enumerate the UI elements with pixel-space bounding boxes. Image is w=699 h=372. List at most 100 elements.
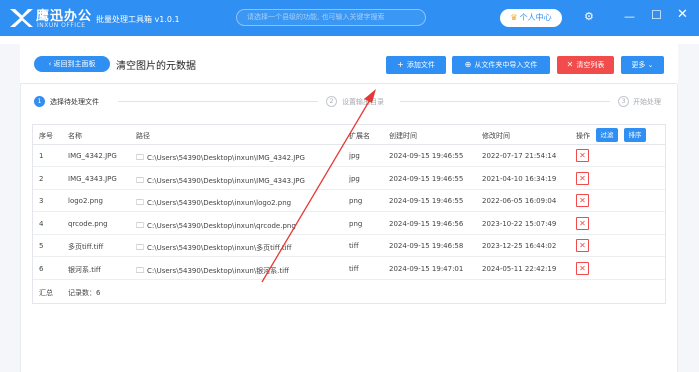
user-center-button[interactable]: ♛ 个人中心	[500, 9, 562, 27]
import-folder-label: 从文件夹中导入文件	[474, 61, 538, 69]
folder-icon[interactable]: 🗀	[136, 266, 144, 275]
step-connector	[118, 101, 318, 102]
cell-index-text: 1	[39, 152, 44, 160]
record-count: 记录数：6	[68, 289, 101, 297]
cell-path: 🗀 C:\Users\54390\Desktop\inxun\银河系.tiff	[136, 265, 289, 279]
cell-name: IMG_4343.JPG	[68, 175, 117, 183]
brand-subtitle: INXUN OFFICE	[37, 22, 86, 29]
clear-list-label: 清空列表	[576, 61, 605, 69]
cell-created-time-text: 2024-09-15 19:47:01	[389, 264, 464, 273]
cell-name-text: IMG_4342.JPG	[68, 152, 117, 160]
cell-modified-time: 2023-10-22 15:07:49	[482, 220, 556, 228]
cell-path-text: C:\Users\54390\Desktop\inxun\多页tiff.tiff	[147, 244, 292, 252]
cell-name-text: IMG_4343.JPG	[68, 174, 117, 183]
cell-extension: jpg	[349, 152, 360, 160]
plus-icon: +	[397, 60, 404, 69]
cell-index-text: 4	[39, 219, 44, 228]
cell-created-time-text: 2024-09-15 19:46:58	[389, 242, 464, 250]
cell-modified-time-text: 2023-12-25 16:44:02	[482, 242, 557, 250]
column-header-path: 路径	[136, 132, 150, 140]
cell-created-time: 2024-09-15 19:46:58	[389, 242, 463, 250]
delete-row-icon[interactable]: ✕	[576, 261, 589, 275]
cell-name: logo2.png	[68, 197, 103, 205]
cell-created-time: 2024-09-15 19:47:01	[389, 265, 463, 273]
step-2-label[interactable]: 设置输出目录	[342, 97, 384, 107]
step-1-label[interactable]: 选择待处理文件	[50, 97, 99, 107]
panel-border-right	[677, 84, 678, 372]
table-row[interactable]: 3 logo2.png 🗀 C:\Users\54390\Desktop\inxun\…	[33, 190, 665, 212]
close-icon[interactable]: ✕	[677, 8, 688, 21]
cell-path: 🗀 C:\Users\54390\Desktop\inxun\IMG_4342.J…	[136, 152, 305, 166]
page-title: 清空图片的元数据	[116, 61, 196, 72]
column-header-extension: 扩展名	[349, 132, 370, 140]
table-row[interactable]: 5 多页tiff.tiff 🗀 C:\Users\54390\Desktop\inxu…	[33, 235, 665, 257]
column-header-created: 创建时间	[389, 132, 417, 140]
maximize-icon[interactable]: ☐	[651, 9, 662, 21]
back-to-main-button[interactable]: ‹ 返回到主面板	[34, 56, 110, 72]
table-row[interactable]: 6 银河系.tiff 🗀 C:\Users\54390\Desktop\inxun\银…	[33, 258, 665, 280]
cell-modified-time: 2022-06-05 16:09:04	[482, 197, 556, 205]
folder-icon[interactable]: 🗀	[136, 198, 144, 207]
cell-index: 4	[39, 220, 43, 228]
folder-icon[interactable]: 🗀	[136, 243, 144, 252]
cell-index: 2	[39, 175, 43, 183]
cell-modified-time-text: 2022-07-17 21:54:14	[482, 152, 557, 160]
panel-border-left	[20, 84, 21, 372]
function-search-input[interactable]: 请选择一个县级的功能, 也可输入关键字搜索	[236, 9, 426, 26]
cell-modified-time-text: 2024-05-11 22:42:19	[482, 264, 557, 273]
cell-modified-time: 2023-12-25 16:44:02	[482, 242, 556, 250]
filter-button[interactable]: 过滤	[596, 128, 618, 142]
import-folder-button[interactable]: ⊕ 从文件夹中导入文件	[452, 56, 550, 74]
gear-icon[interactable]: ⚙	[584, 11, 594, 23]
plus-circle-icon: ⊕	[464, 60, 472, 69]
cell-path-text: C:\Users\54390\Desktop\inxun\IMG_4342.JP…	[147, 154, 305, 162]
add-file-button[interactable]: + 添加文件	[386, 56, 446, 74]
cell-extension-text: png	[349, 197, 363, 205]
cell-name: IMG_4342.JPG	[68, 152, 117, 160]
cell-extension: png	[349, 197, 362, 205]
window-margin-left	[0, 44, 20, 372]
toolbar-panel: ‹ 返回到主面板 清空图片的元数据 + 添加文件 ⊕ 从文件夹中导入文件 ✕ 清空列表…	[20, 44, 677, 84]
clear-list-button[interactable]: ✕ 清空列表	[557, 56, 614, 74]
folder-icon[interactable]: 🗀	[136, 221, 144, 230]
cell-created-time-text: 2024-09-15 19:46:55	[389, 152, 464, 160]
user-center-label: 个人中心	[519, 13, 552, 22]
cell-index-text: 2	[39, 174, 44, 183]
cell-path-text: C:\Users\54390\Desktop\inxun\qrcode.png	[147, 221, 296, 230]
folder-icon[interactable]: 🗀	[136, 176, 144, 185]
cell-modified-time: 2022-07-17 21:54:14	[482, 152, 556, 160]
delete-row-icon[interactable]: ✕	[576, 194, 589, 207]
more-button[interactable]: 更多 ⌄	[621, 56, 664, 74]
step-2-number: 2	[326, 96, 337, 107]
file-table: 序号 名称 路径 扩展名 创建时间 修改时间 操作 过滤 排序 1 IMG_434…	[32, 124, 666, 304]
folder-icon[interactable]: 🗀	[136, 153, 144, 162]
cell-created-time-text: 2024-09-15 19:46:55	[389, 197, 464, 205]
table-summary-row: 汇总 记录数：6	[33, 281, 665, 303]
cell-created-time-text: 2024-09-15 19:46:55	[389, 174, 464, 183]
cell-path-text: C:\Users\54390\Desktop\inxun\logo2.png	[147, 199, 292, 207]
table-row[interactable]: 2 IMG_4343.JPG 🗀 C:\Users\54390\Desktop\inx…	[33, 168, 665, 190]
table-row[interactable]: 4 qrcode.png 🗀 C:\Users\54390\Desktop\inxun…	[33, 213, 665, 235]
step-3-number: 3	[618, 96, 629, 107]
cell-extension-text: jpg	[349, 174, 360, 183]
cell-created-time: 2024-09-15 19:46:56	[389, 220, 463, 228]
column-header-modified: 修改时间	[482, 132, 510, 140]
summary-label: 汇总	[39, 289, 53, 297]
cell-created-time: 2024-09-15 19:46:55	[389, 175, 463, 183]
step-3-label[interactable]: 开始处理	[633, 97, 661, 107]
delete-row-icon[interactable]: ✕	[576, 216, 589, 230]
cell-index-text: 6	[39, 264, 44, 273]
cell-created-time: 2024-09-15 19:46:55	[389, 152, 463, 160]
cell-path: 🗀 C:\Users\54390\Desktop\inxun\多页tiff.tif…	[136, 242, 291, 256]
cell-path: 🗀 C:\Users\54390\Desktop\inxun\qrcode.png	[136, 220, 296, 234]
delete-row-icon[interactable]: ✕	[576, 149, 589, 162]
column-header-actions: 操作	[576, 132, 590, 140]
cell-modified-time: 2024-05-11 22:42:19	[482, 265, 556, 273]
cell-name: 银河系.tiff	[68, 265, 101, 275]
sort-button[interactable]: 排序	[624, 128, 646, 142]
minimize-icon[interactable]: —	[624, 11, 635, 23]
delete-row-icon[interactable]: ✕	[576, 171, 589, 185]
cell-name: 多页tiff.tiff	[68, 242, 103, 252]
table-row[interactable]: 1 IMG_4342.JPG 🗀 C:\Users\54390\Desktop\inx…	[33, 145, 665, 167]
delete-row-icon[interactable]: ✕	[576, 239, 589, 252]
